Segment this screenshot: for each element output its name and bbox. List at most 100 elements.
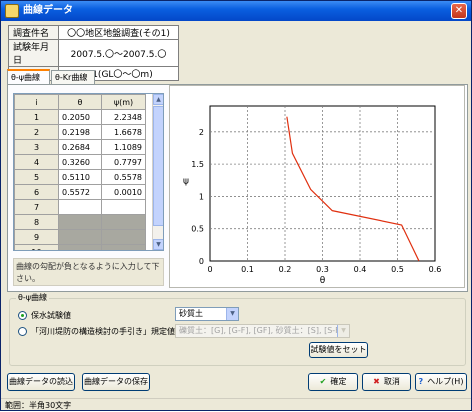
y-tick-label: 0 [199,257,204,266]
psi-cell[interactable]: 0.0010 [101,184,146,200]
radio-test-value-label: 保水試験値 [31,311,71,320]
tab-theta-psi[interactable]: θ-ψ曲線 [7,69,50,84]
data-grid[interactable]: i θ ψ(m) 1 0.2050 2.2348 2 0.2198 1.6678… [13,93,164,251]
row-index: 1 [14,109,59,125]
theta-cell[interactable]: 0.5572 [58,184,102,200]
tab-panel: i θ ψ(m) 1 0.2050 2.2348 2 0.2198 1.6678… [7,84,468,292]
row-index: 5 [14,169,59,185]
curve-data-window: 曲線データ ✕ 調査件名 〇〇地区地盤調査(その1) 試験年月日 2007.5.… [0,0,472,411]
chevron-down-icon: ▼ [226,308,238,320]
theta-cell [58,214,102,230]
ok-label: 確定 [330,377,347,386]
theta-cell[interactable] [58,199,102,215]
y-axis-label: ψ [183,177,189,187]
window-title: 曲線データ [23,5,73,16]
scroll-up-icon[interactable]: ▲ [153,94,163,105]
ok-button[interactable]: ✔ 確定 [308,373,358,391]
psi-cell[interactable] [101,199,146,215]
theta-cell [58,229,102,245]
psi-cell[interactable]: 1.6678 [101,124,146,140]
x-tick-label: 0.2 [279,265,292,274]
psi-cell [101,229,146,245]
scroll-thumb[interactable] [153,106,163,226]
table-row: 5 0.5110 0.5578 [14,169,146,185]
check-icon: ✔ [319,377,327,386]
grid-scrollbar[interactable]: ▲ ▼ [152,94,163,250]
theta-cell[interactable]: 0.2198 [58,124,102,140]
close-button[interactable]: ✕ [451,3,467,19]
radio-test-value[interactable] [18,311,27,320]
radio-guideline-value[interactable] [18,327,27,336]
psi-cell[interactable]: 0.5578 [101,169,146,185]
table-row: 9 [14,229,146,245]
psi-cell[interactable]: 2.2348 [101,109,146,125]
cancel-button[interactable]: ✖ 取消 [362,373,411,391]
y-tick-label: 0.5 [191,225,204,234]
x-axis-label: θ [320,276,326,286]
info-value: 2007.5.〇〜2007.5.〇 [58,39,179,67]
row-index: 7 [14,199,59,215]
info-row: 調査件名 〇〇地区地盤調査(その1) [8,25,179,40]
title-bar[interactable]: 曲線データ ✕ [1,1,471,21]
chart-grid [209,105,436,262]
table-row: 4 0.3260 0.7797 [14,154,146,170]
grid-table: i θ ψ(m) 1 0.2050 2.2348 2 0.2198 1.6678… [14,94,146,250]
row-index: 10 [14,244,59,250]
row-index: 8 [14,214,59,230]
x-tick-label: 0.6 [429,265,442,274]
cancel-label: 取消 [383,377,400,386]
theta-cell[interactable]: 0.5110 [58,169,102,185]
row-index: 2 [14,124,59,140]
groupbox-legend: θ-ψ曲線 [16,292,50,303]
guideline-soil-value: 礫質土：[G], [G-F], [GF], 砂質土：[S], [S-F] [179,326,343,335]
row-index: 9 [14,229,59,245]
table-row: 10 [14,244,146,250]
psi-cell[interactable]: 1.1089 [101,139,146,155]
info-label: 調査件名 [8,25,59,40]
x-tick-label: 0.5 [391,265,404,274]
table-row: 1 0.2050 2.2348 [14,109,146,125]
input-note: 曲線の勾配が負となるように入力して下さい。 [13,258,164,286]
info-value: 〇〇地区地盤調査(その1) [58,25,179,40]
x-tick-label: 0.1 [241,265,254,274]
status-bar: 範囲：半角30文字 [1,398,471,411]
theta-cell[interactable]: 0.3260 [58,154,102,170]
chart-svg: 0 0.1 0.2 0.3 0.4 0.5 0.6 0 0.5 1 1.5 2 θ ψ [183,105,442,286]
theta-psi-chart: 0 0.1 0.2 0.3 0.4 0.5 0.6 0 0.5 1 1.5 2 θ ψ [169,85,465,288]
info-label: 試験年月日 [8,39,59,67]
scroll-down-icon[interactable]: ▼ [153,239,163,250]
psi-cell [101,244,146,250]
app-icon [5,4,19,18]
load-curve-button[interactable]: 曲線データの読込 [7,373,75,391]
psi-cell[interactable]: 0.7797 [101,154,146,170]
help-label: ヘルプ(H) [427,377,464,386]
theta-cell[interactable]: 0.2050 [58,109,102,125]
x-tick-label: 0.4 [354,265,367,274]
x-tick-label: 0.3 [316,265,329,274]
table-row: 2 0.2198 1.6678 [14,124,146,140]
table-row: 7 [14,199,146,215]
row-index: 3 [14,139,59,155]
save-curve-button[interactable]: 曲線データの保存 [82,373,150,391]
table-row: 6 0.5572 0.0010 [14,184,146,200]
radio-guideline-label: 「河川堤防の構造検討の手引き」規定値 [31,327,175,336]
set-test-value-button[interactable]: 試験値をセット [309,342,368,358]
info-row: 試験年月日 2007.5.〇〜2007.5.〇 [8,39,179,67]
y-tick-label: 1 [199,192,204,201]
theta-psi-curve [286,116,420,262]
col-header-i: i [14,94,59,110]
y-tick-label: 2 [199,128,204,137]
soil-type-value: 砂質土 [179,309,203,318]
guideline-soil-select: 礫質土：[G], [G-F], [GF], 砂質土：[S], [S-F] ▼ [175,324,350,338]
cross-icon: ✖ [373,377,380,386]
soil-type-select[interactable]: 砂質土 ▼ [175,307,239,321]
theta-cell[interactable]: 0.2684 [58,139,102,155]
help-icon: ? [418,377,424,386]
psi-cell [101,214,146,230]
table-row: 3 0.2684 1.1089 [14,139,146,155]
theta-psi-groupbox: θ-ψ曲線 保水試験値 砂質土 ▼ 「河川堤防の構造検討の手引き」規定値 礫質土… [9,292,466,366]
tab-theta-kr[interactable]: θ-Kr曲線 [51,70,95,84]
table-row: 8 [14,214,146,230]
help-button[interactable]: ? ヘルプ(H) [415,373,467,391]
x-tick-label: 0 [207,265,212,274]
